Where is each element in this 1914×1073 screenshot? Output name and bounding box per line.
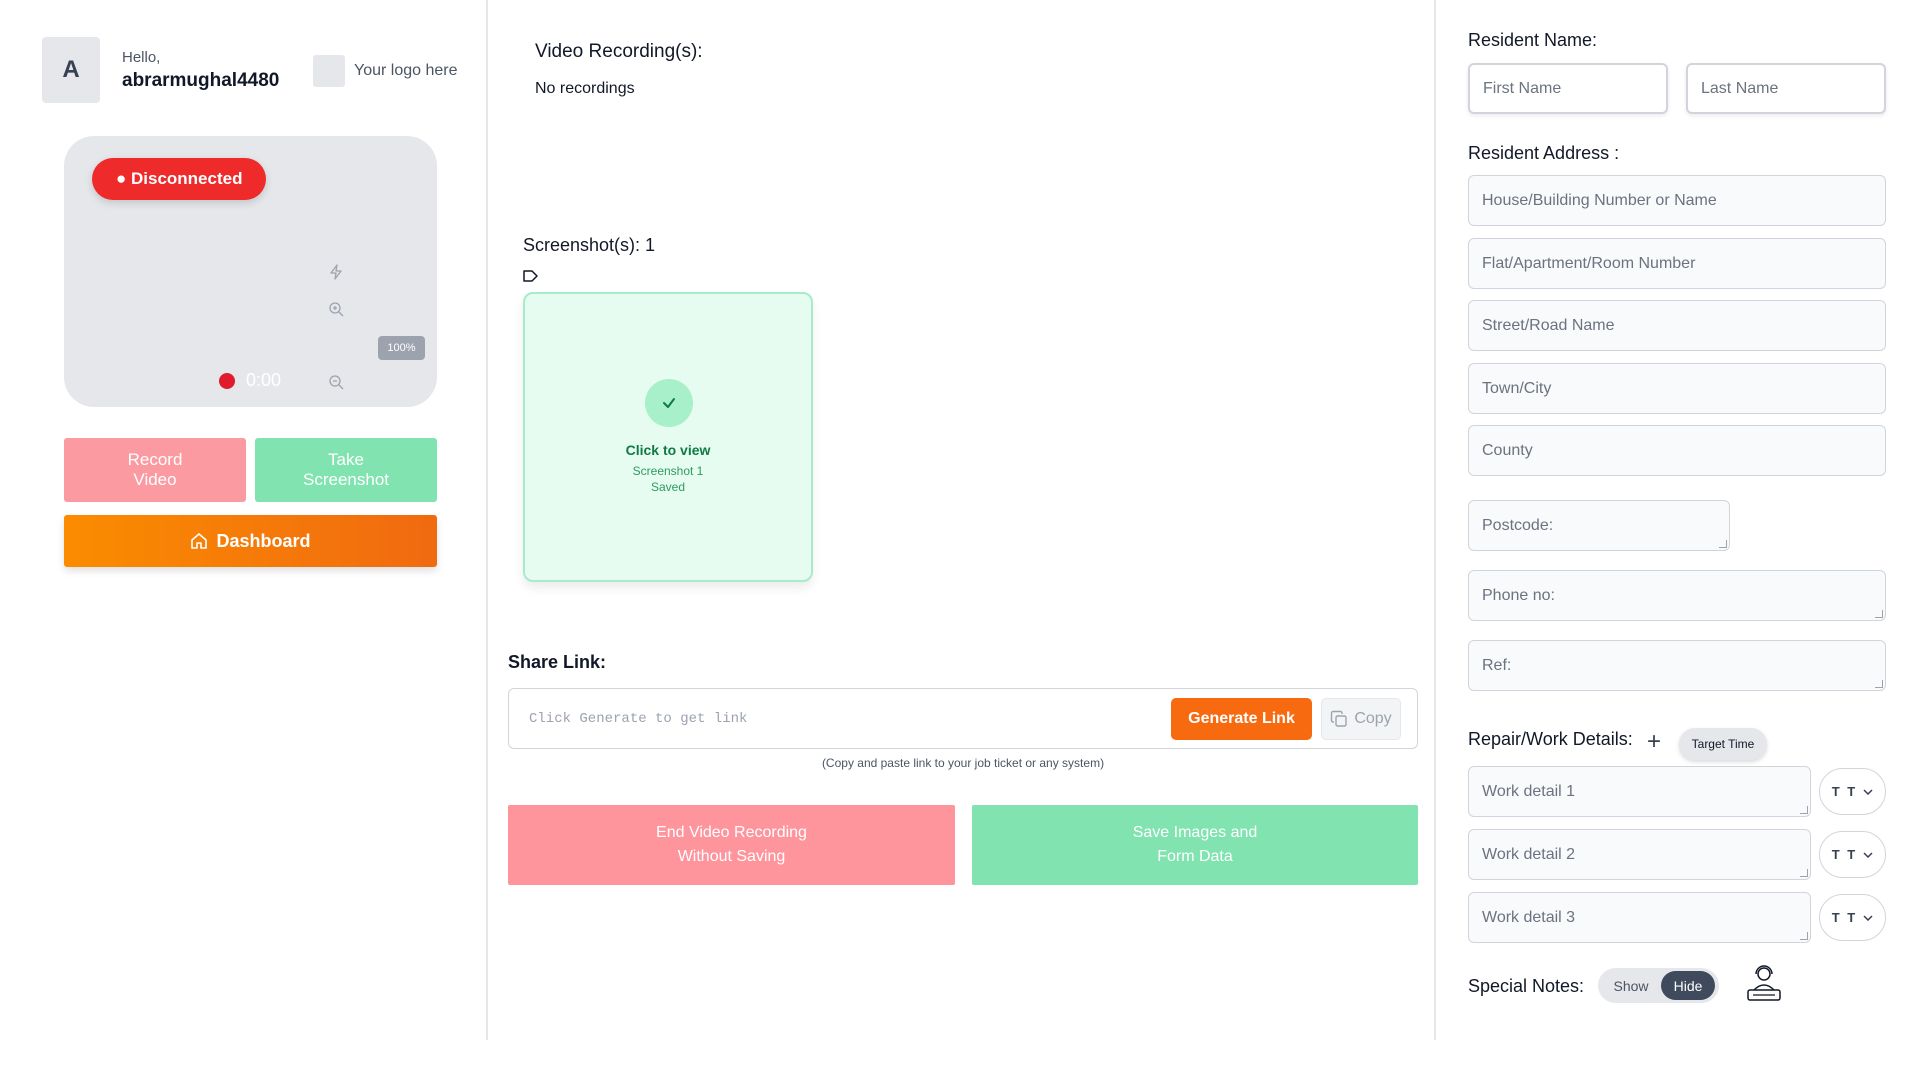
work-detail-1-placeholder: Work detail 1 <box>1482 782 1576 800</box>
text-format-dropdown[interactable]: T T <box>1819 894 1886 941</box>
share-link-input[interactable]: Click Generate to get link <box>529 689 747 748</box>
recording-timer: 0:00 <box>246 370 282 390</box>
screenshot-view-label: Click to view <box>625 442 711 458</box>
chevron-down-icon <box>1863 788 1873 795</box>
zoom-in-icon[interactable] <box>328 301 344 321</box>
first-name-field[interactable]: First Name <box>1468 63 1668 114</box>
tag-icon <box>523 269 539 288</box>
resize-handle-icon[interactable] <box>1800 806 1808 814</box>
street-field[interactable]: Street/Road Name <box>1468 300 1886 351</box>
target-time-button[interactable]: Target Time <box>1679 728 1767 760</box>
share-link-box: Click Generate to get link Generate Link… <box>508 688 1418 749</box>
text-format-label: T T <box>1831 784 1858 799</box>
record-video-label-1: Record <box>127 450 183 469</box>
user-info: A Hello, abrarmughal4480 <box>42 37 279 103</box>
share-link-hint: (Copy and paste link to your job ticket … <box>821 756 1105 770</box>
avatar: A <box>42 37 100 103</box>
last-name-field[interactable]: Last Name <box>1686 63 1886 114</box>
zoom-level-badge: 100% <box>378 336 425 360</box>
end-recording-button[interactable]: End Video Recording Without Saving <box>508 805 955 885</box>
copy-icon <box>1330 710 1348 728</box>
phone-placeholder: Phone no: <box>1482 586 1555 604</box>
check-icon <box>645 379 693 427</box>
work-detail-2-placeholder: Work detail 2 <box>1482 845 1576 863</box>
take-screenshot-button[interactable]: Take Screenshot <box>255 438 437 502</box>
add-work-detail-icon[interactable]: + <box>1647 728 1661 756</box>
flash-icon[interactable] <box>328 264 344 284</box>
share-link-title: Share Link: <box>508 652 607 672</box>
resident-name-label: Resident Name: <box>1468 30 1598 50</box>
toggle-show-option[interactable]: Show <box>1601 978 1661 994</box>
text-format-label: T T <box>1831 910 1858 925</box>
screenshot-name: Screenshot 1 <box>632 464 704 478</box>
recordings-empty-text: No recordings <box>535 80 635 97</box>
work-detail-3-field[interactable]: Work detail 3 <box>1468 892 1811 943</box>
left-panel: A Hello, abrarmughal4480 Your logo here … <box>0 0 488 1040</box>
take-screenshot-label-2: Screenshot <box>303 470 389 489</box>
phone-field[interactable]: Phone no: <box>1468 570 1886 621</box>
greeting-text: Hello, <box>122 48 161 66</box>
record-video-label-2: Video <box>133 470 177 489</box>
app-root: A Hello, abrarmughal4480 Your logo here … <box>0 0 1914 1073</box>
resident-address-label: Resident Address : <box>1468 143 1620 163</box>
greeting-block: Hello, abrarmughal4480 <box>122 49 279 92</box>
text-format-dropdown[interactable]: T T <box>1819 768 1886 815</box>
special-notes-toggle[interactable]: Show Hide <box>1598 968 1719 1003</box>
end-recording-label-1: End Video Recording <box>656 824 807 841</box>
ref-placeholder: Ref: <box>1482 656 1512 674</box>
resize-handle-icon[interactable] <box>1800 869 1808 877</box>
resize-handle-icon[interactable] <box>1875 680 1883 688</box>
dashboard-button[interactable]: Dashboard <box>64 515 437 567</box>
resize-handle-icon[interactable] <box>1800 932 1808 940</box>
text-format-dropdown[interactable]: T T <box>1819 831 1886 878</box>
special-notes-label: Special Notes: <box>1468 976 1585 996</box>
home-icon <box>190 532 208 550</box>
flat-field[interactable]: Flat/Apartment/Room Number <box>1468 238 1886 289</box>
copy-label: Copy <box>1354 710 1392 727</box>
capture-buttons: Record Video Take Screenshot <box>64 438 437 502</box>
county-field[interactable]: County <box>1468 425 1886 476</box>
text-format-label: T T <box>1831 847 1858 862</box>
recording-dot-icon <box>219 373 235 389</box>
camera-preview: ● Disconnected 100% 0:00 <box>64 136 437 407</box>
resident-form: Resident Name: First Name Last Name Resi… <box>1436 0 1914 1073</box>
media-panel: Video Recording(s): No recordings Screen… <box>488 0 1436 1040</box>
postcode-field[interactable]: Postcode: <box>1468 500 1730 551</box>
work-detail-3-placeholder: Work detail 3 <box>1482 908 1576 926</box>
support-agent-icon[interactable] <box>1745 964 1783 1009</box>
postcode-placeholder: Postcode: <box>1482 516 1554 534</box>
connection-status-badge: ● Disconnected <box>92 158 267 200</box>
screenshots-title: Screenshot(s): 1 <box>523 235 656 255</box>
save-data-label-2: Form Data <box>1157 848 1233 865</box>
toggle-hide-option[interactable]: Hide <box>1661 971 1715 1000</box>
zoom-out-icon[interactable] <box>328 374 344 394</box>
chevron-down-icon <box>1863 914 1873 921</box>
dashboard-label: Dashboard <box>216 530 311 551</box>
end-recording-label-2: Without Saving <box>677 848 786 865</box>
house-field[interactable]: House/Building Number or Name <box>1468 175 1886 226</box>
screenshot-card[interactable]: Click to view Screenshot 1 Saved <box>523 292 813 582</box>
work-detail-1-field[interactable]: Work detail 1 <box>1468 766 1811 817</box>
logo-placeholder: Your logo here <box>313 55 458 87</box>
ref-field[interactable]: Ref: <box>1468 640 1886 691</box>
screenshot-status: Saved <box>650 480 686 494</box>
generate-link-button[interactable]: Generate Link <box>1171 698 1312 740</box>
chevron-down-icon <box>1863 851 1873 858</box>
work-detail-2-field[interactable]: Work detail 2 <box>1468 829 1811 880</box>
resize-handle-icon[interactable] <box>1719 540 1727 548</box>
town-field[interactable]: Town/City <box>1468 363 1886 414</box>
repair-details-label: Repair/Work Details: <box>1468 729 1633 749</box>
save-data-label-1: Save Images and <box>1132 824 1258 841</box>
copy-link-button[interactable]: Copy <box>1321 698 1401 740</box>
resize-handle-icon[interactable] <box>1875 610 1883 618</box>
logo-image <box>313 55 345 87</box>
take-screenshot-label-1: Take <box>328 450 364 469</box>
username: abrarmughal4480 <box>122 69 280 91</box>
logo-text: Your logo here <box>354 62 458 79</box>
record-video-button[interactable]: Record Video <box>64 438 246 502</box>
save-data-button[interactable]: Save Images and Form Data <box>972 805 1418 885</box>
recordings-title: Video Recording(s): <box>535 41 703 62</box>
